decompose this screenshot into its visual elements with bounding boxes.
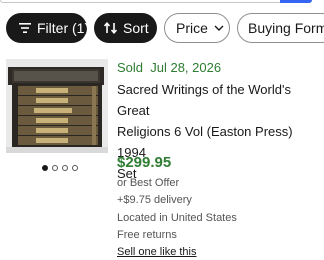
price-filter-button[interactable]: Price	[164, 13, 230, 43]
buying-format-filter-button[interactable]: Buying Forma	[237, 13, 324, 43]
search-bar-edge	[0, 0, 324, 6]
sold-date-label: Sold Jul 28, 2026	[117, 60, 222, 75]
listing-image[interactable]	[6, 59, 108, 153]
book-set-photo	[6, 59, 108, 153]
filter-lines-icon	[19, 23, 31, 33]
item-location: Located in United States	[117, 212, 237, 224]
search-input-edge[interactable]	[0, 0, 312, 3]
sort-button-label: Sort	[123, 20, 149, 36]
carousel-dot-3[interactable]	[62, 165, 68, 171]
sort-arrows-icon	[104, 22, 117, 34]
search-button-edge[interactable]	[280, 0, 312, 3]
carousel-dot-4[interactable]	[72, 165, 78, 171]
buying-format-label: Buying Forma	[248, 20, 324, 36]
image-carousel-dots[interactable]	[42, 165, 78, 171]
listing-price: $299.95	[117, 154, 172, 171]
delivery-cost: +$9.75 delivery	[117, 194, 192, 206]
carousel-dot-1[interactable]	[42, 165, 48, 171]
filter-button[interactable]: Filter (1)	[6, 13, 90, 43]
sell-one-like-this-link[interactable]: Sell one like this	[117, 246, 197, 258]
filter-button-label: Filter (1)	[37, 20, 90, 36]
sort-button[interactable]: Sort	[94, 13, 157, 43]
carousel-dot-2[interactable]	[52, 165, 58, 171]
chevron-down-icon	[214, 25, 224, 31]
listing-title-line-1: Sacred Writings of the World's Great	[117, 82, 291, 118]
filter-bar: Filter (1) Sort Price Buying Forma	[0, 13, 324, 43]
returns-policy: Free returns	[117, 229, 177, 241]
best-offer-label: or Best Offer	[117, 177, 180, 189]
price-filter-label: Price	[176, 20, 208, 36]
